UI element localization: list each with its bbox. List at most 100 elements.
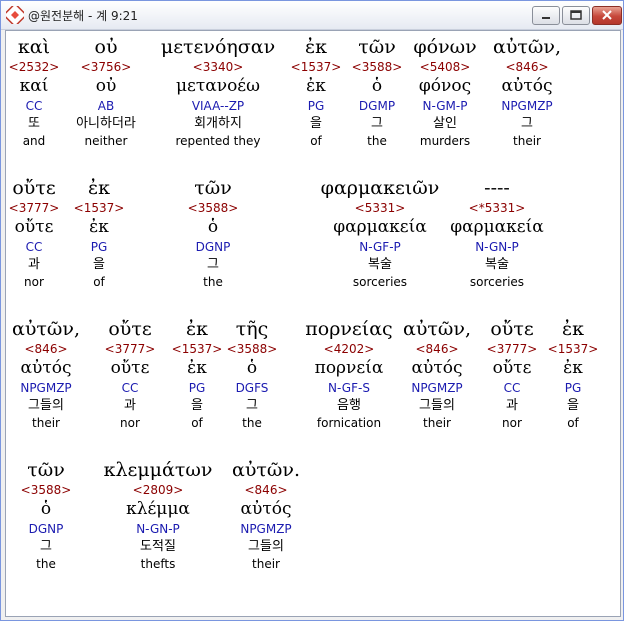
- english-gloss: nor: [120, 416, 140, 430]
- parsing-code: NPGMZP: [20, 381, 72, 395]
- korean-gloss: 그: [521, 116, 533, 131]
- korean-gloss: 을: [567, 398, 579, 413]
- lemma: φαρμακεία: [333, 217, 427, 237]
- lemma: κλέμμα: [126, 499, 190, 519]
- word-column[interactable]: οὔτε <3777> οὔτε CC 과 nor: [9, 176, 60, 290]
- word-column[interactable]: πορνείας <4202> πορνεία N-GF-S 음행 fornication: [305, 317, 392, 431]
- word-column[interactable]: τῶν <3588> ὁ DGMP 그 the: [352, 35, 403, 149]
- korean-gloss: 과: [124, 398, 136, 413]
- lemma: οὔτε: [14, 217, 54, 237]
- word-column[interactable]: κλεμμάτων <2809> κλέμμα N-GN-P 도적질 thefts: [104, 458, 213, 572]
- parsing-code: PG: [188, 381, 206, 395]
- english-gloss: their: [32, 416, 60, 430]
- lemma: αὐτός: [501, 76, 553, 96]
- parsing-code: CC: [25, 99, 43, 113]
- word-column[interactable]: ἐκ <1537> ἐκ PG 을 of: [74, 176, 125, 290]
- strong-number: <846>: [244, 483, 288, 497]
- greek-word: ----: [484, 177, 510, 199]
- word-column[interactable]: ---- <*5331> φαρμακεία N-GN-P 복술 sorceries: [450, 176, 543, 290]
- lemma: αὐτός: [20, 358, 72, 378]
- strong-number: <1537>: [290, 60, 342, 74]
- korean-gloss: 과: [506, 398, 518, 413]
- korean-gloss: 그: [246, 398, 258, 413]
- greek-word: τῶν: [194, 177, 232, 199]
- parsing-code: NPGMZP: [240, 522, 292, 536]
- parsing-code: DGNP: [195, 240, 231, 254]
- close-button[interactable]: [592, 6, 622, 25]
- english-gloss: thefts: [140, 557, 176, 571]
- word-column[interactable]: φόνων <5408> φόνος N-GM-P 살인 murders: [413, 35, 476, 149]
- word-column[interactable]: τῶν <3588> ὁ DGNP 그 the: [188, 176, 239, 290]
- strong-number: <3777>: [104, 342, 156, 356]
- lemma: ἐκ: [563, 358, 583, 378]
- word-column[interactable]: μετενόησαν <3340> μετανοέω VIAA--ZP 회개하지 repe…: [161, 35, 275, 149]
- greek-word: φαρμακειῶν: [320, 177, 440, 199]
- english-gloss: nor: [502, 416, 522, 430]
- english-gloss: of: [93, 275, 105, 289]
- greek-word: τῶν: [27, 459, 65, 481]
- word-column[interactable]: αὐτῶν, <846> αὐτός NPGMZP 그들의 their: [403, 317, 471, 431]
- korean-gloss: 음행: [337, 398, 361, 413]
- greek-word: μετενόησαν: [160, 36, 276, 58]
- strong-number: <3777>: [8, 201, 60, 215]
- word-column[interactable]: αὐτῶν, <846> αὐτός NPGMZP 그들의 their: [12, 317, 80, 431]
- parsing-code: CC: [121, 381, 139, 395]
- greek-word: αὐτῶν,: [12, 318, 80, 340]
- title-bar[interactable]: @원전분해 - 계 9:21: [1, 1, 623, 30]
- word-column[interactable]: φαρμακειῶν <5331> φαρμακεία N-GF-P 복술 sorceri…: [321, 176, 440, 290]
- word-column[interactable]: οὔτε <3777> οὔτε CC 과 nor: [105, 317, 156, 431]
- strong-number: <3756>: [80, 60, 132, 74]
- strong-number: <3588>: [351, 60, 403, 74]
- word-column[interactable]: ἐκ <1537> ἐκ PG 을 of: [291, 35, 342, 149]
- minimize-icon: [542, 17, 550, 19]
- strong-number: <5331>: [354, 201, 406, 215]
- korean-gloss: 회개하지: [194, 116, 242, 131]
- korean-gloss: 또: [28, 116, 40, 131]
- maximize-button[interactable]: [562, 6, 590, 25]
- parsing-code: PG: [307, 99, 325, 113]
- english-gloss: the: [367, 134, 387, 148]
- english-gloss: nor: [24, 275, 44, 289]
- greek-word: φόνων: [413, 36, 477, 58]
- greek-word: πορνείας: [305, 318, 393, 340]
- english-gloss: the: [242, 416, 262, 430]
- korean-gloss: 그: [371, 116, 383, 131]
- minimize-button[interactable]: [532, 6, 560, 25]
- word-column[interactable]: αὐτῶν, <846> αὐτός NPGMZP 그 their: [493, 35, 561, 149]
- main-window: @원전분해 - 계 9:21 καὶ <2532> καί CC 또 and οὐ <3756…: [0, 0, 624, 621]
- word-column[interactable]: τῆς <3588> ὁ DGFS 그 the: [227, 317, 278, 431]
- greek-word: ἐκ: [185, 318, 209, 340]
- korean-gloss: 복술: [485, 257, 509, 272]
- word-column[interactable]: τῶν <3588> ὁ DGNP 그 the: [21, 458, 72, 572]
- english-gloss: neither: [84, 134, 128, 148]
- word-column[interactable]: οὔτε <3777> οὔτε CC 과 nor: [487, 317, 538, 431]
- parsing-code: N-GF-P: [359, 240, 401, 254]
- word-column[interactable]: οὐ <3756> οὐ AB 아니하더라 neither: [76, 35, 136, 149]
- strong-number: <2532>: [8, 60, 60, 74]
- lemma: ὁ: [207, 217, 219, 237]
- parsing-code: N-GN-P: [475, 240, 519, 254]
- lemma: ἐκ: [89, 217, 109, 237]
- english-gloss: their: [423, 416, 451, 430]
- word-column[interactable]: αὐτῶν. <846> αὐτός NPGMZP 그들의 their: [232, 458, 300, 572]
- strong-number: <3588>: [226, 342, 278, 356]
- word-column[interactable]: ἐκ <1537> ἐκ PG 을 of: [548, 317, 599, 431]
- greek-word: οὐ: [94, 36, 118, 58]
- lemma: αὐτός: [411, 358, 463, 378]
- strong-number: <3588>: [20, 483, 72, 497]
- strong-number: <2809>: [132, 483, 184, 497]
- english-gloss: murders: [419, 134, 471, 148]
- strong-number: <846>: [24, 342, 68, 356]
- greek-word: αὐτῶν,: [493, 36, 561, 58]
- parsing-code: DGMP: [358, 99, 396, 113]
- greek-word: αὐτῶν,: [403, 318, 471, 340]
- parsing-code: DGNP: [28, 522, 64, 536]
- strong-number: <846>: [415, 342, 459, 356]
- korean-gloss: 복술: [368, 257, 392, 272]
- word-column[interactable]: ἐκ <1537> ἐκ PG 을 of: [172, 317, 223, 431]
- word-column[interactable]: καὶ <2532> καί CC 또 and: [9, 35, 60, 149]
- interlinear-panel: καὶ <2532> καί CC 또 and οὐ <3756> οὐ AB 아니하더라 neith…: [5, 30, 621, 617]
- app-icon[interactable]: [6, 6, 24, 24]
- parsing-code: VIAA--ZP: [191, 99, 245, 113]
- lemma: ὁ: [246, 358, 258, 378]
